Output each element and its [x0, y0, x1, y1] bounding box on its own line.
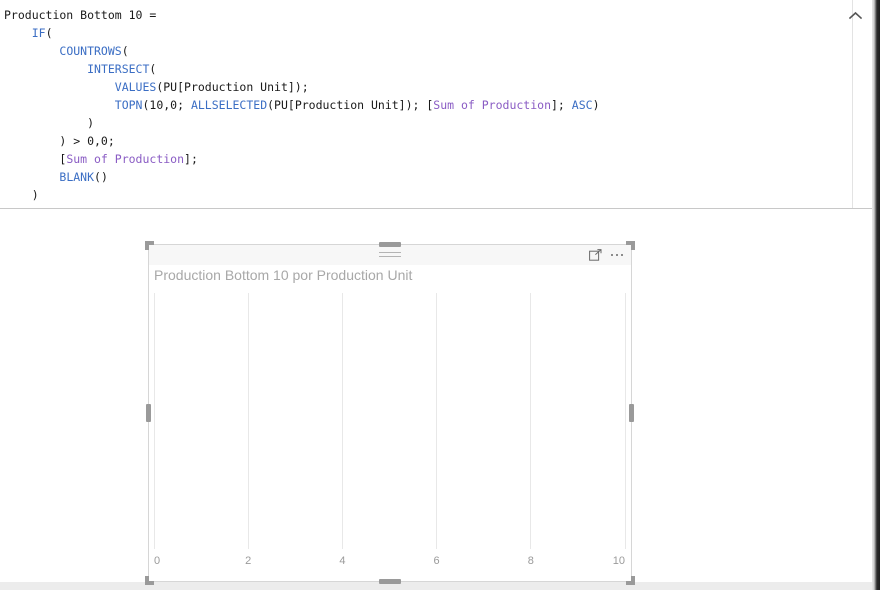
- power-bi-report-view: Production Bottom 10 = IF( COUNTROWS( IN…: [0, 0, 880, 590]
- visual-header[interactable]: [149, 245, 631, 265]
- formula-line-9: [Sum of Production];: [4, 152, 198, 166]
- gridline: [624, 293, 626, 549]
- formula-line-5: VALUES(PU[Production Unit]);: [114, 80, 309, 94]
- x-axis-tick-label: 4: [339, 555, 346, 567]
- x-axis-tick-label: 8: [527, 555, 534, 567]
- x-axis[interactable]: 0 2 4 6 8 10: [154, 555, 625, 571]
- drag-handle-icon[interactable]: [379, 252, 401, 260]
- chevron-up-icon[interactable]: [844, 5, 866, 25]
- gridlines: [153, 293, 626, 549]
- visual-header-actions: [588, 248, 625, 262]
- resize-handle-top-left[interactable]: [145, 241, 154, 250]
- gridline: [153, 293, 155, 549]
- focus-mode-icon[interactable]: [588, 248, 603, 262]
- formula-line-8: ) > 0,0;: [4, 134, 115, 148]
- dax-formula-code[interactable]: Production Bottom 10 = IF( COUNTROWS( IN…: [4, 6, 600, 204]
- formula-line-4: INTERSECT(: [87, 62, 157, 76]
- formula-editor-frame[interactable]: Production Bottom 10 = IF( COUNTROWS( IN…: [0, 0, 853, 208]
- resize-handle-right[interactable]: [629, 404, 634, 422]
- formula-line-7: ): [4, 116, 95, 130]
- formula-line-2: IF(: [31, 26, 53, 40]
- resize-handle-bottom-right[interactable]: [626, 576, 635, 585]
- gridline: [530, 293, 532, 549]
- visual-title: Production Bottom 10 por Production Unit: [154, 267, 413, 283]
- resize-handle-left[interactable]: [146, 404, 151, 422]
- window-edge: [872, 0, 880, 590]
- formula-line-1: Production Bottom 10 =: [4, 8, 157, 22]
- formula-line-3: COUNTROWS(: [59, 44, 129, 58]
- more-options-icon[interactable]: [610, 248, 625, 262]
- resize-handle-bottom-left[interactable]: [145, 576, 154, 585]
- x-axis-tick-label: 2: [245, 555, 252, 567]
- canvas-bottom-strip: [0, 582, 872, 590]
- dax-formula-bar[interactable]: Production Bottom 10 = IF( COUNTROWS( IN…: [0, 0, 872, 209]
- formula-line-6: TOPN(10,0; ALLSELECTED(PU[Production Uni…: [114, 98, 600, 112]
- x-axis-tick-label: 10: [612, 555, 625, 567]
- resize-handle-top-right[interactable]: [626, 241, 635, 250]
- bar-chart-visual[interactable]: Production Bottom 10 por Production Unit…: [145, 241, 635, 585]
- formula-line-10: BLANK(): [59, 170, 108, 184]
- gridline: [341, 293, 343, 549]
- x-axis-tick-label: 0: [154, 555, 161, 567]
- formula-line-11: ): [4, 188, 39, 202]
- resize-handle-top[interactable]: [379, 242, 401, 247]
- x-axis-tick-label: 6: [433, 555, 440, 567]
- resize-handle-bottom[interactable]: [379, 579, 401, 584]
- gridline: [247, 293, 249, 549]
- gridline: [436, 293, 438, 549]
- plot-area[interactable]: [153, 293, 626, 549]
